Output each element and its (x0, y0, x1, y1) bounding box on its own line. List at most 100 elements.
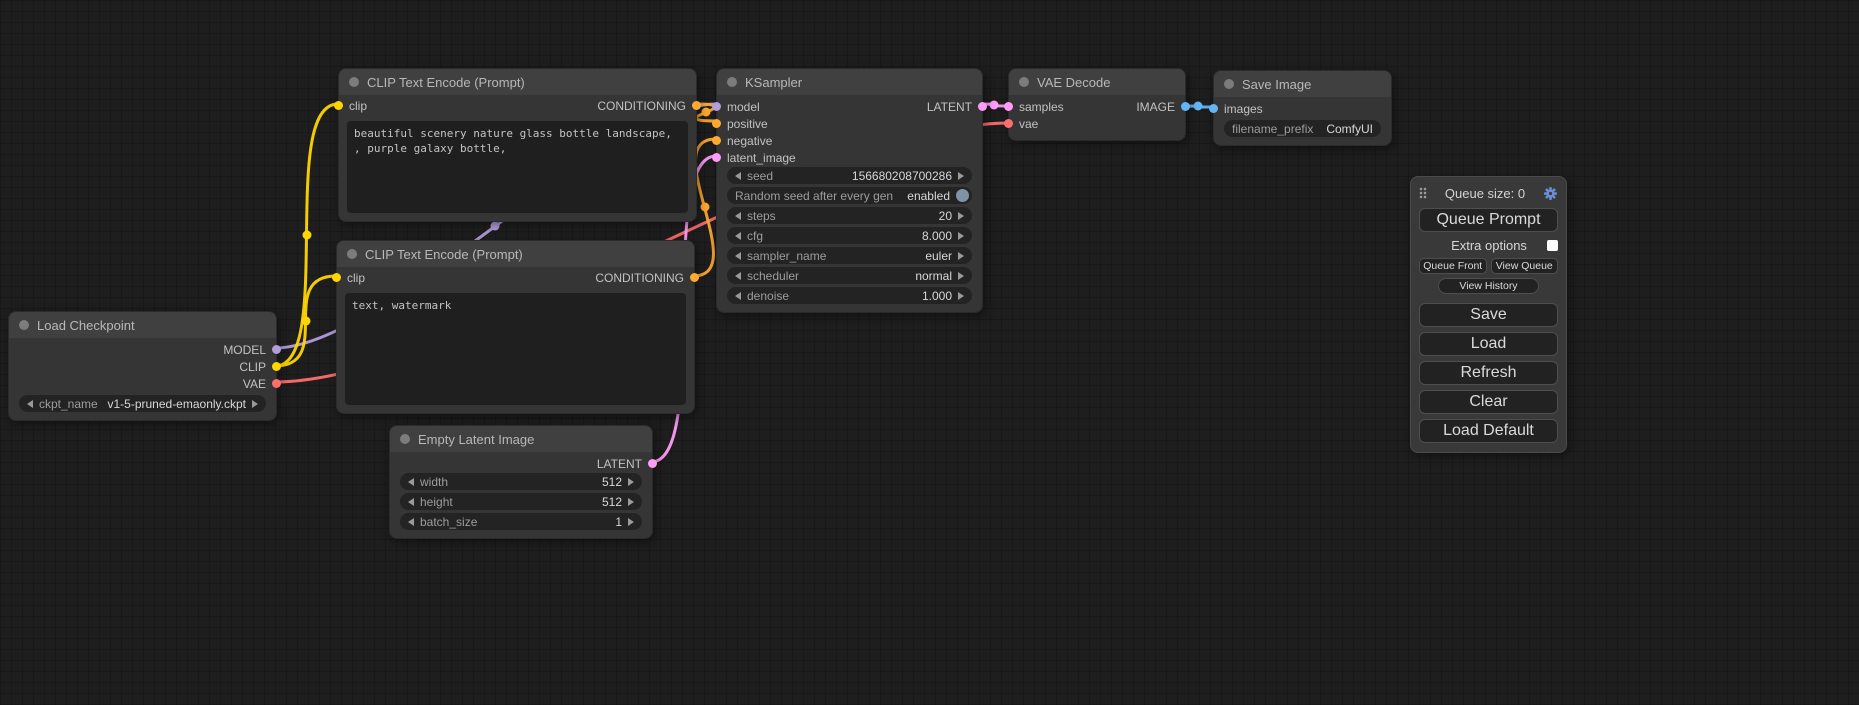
node-title-bar[interactable]: Empty Latent Image (390, 426, 652, 452)
model-input-dot[interactable] (712, 102, 721, 111)
collapse-dot-icon[interactable] (727, 77, 737, 87)
save-button[interactable]: Save (1419, 303, 1558, 327)
output-slot-conditioning[interactable]: CONDITIONING (597, 99, 686, 113)
arrow-left-icon[interactable] (408, 518, 414, 526)
queue-front-button[interactable]: Queue Front (1419, 258, 1487, 274)
toggle-knob-icon[interactable] (956, 189, 969, 202)
collapse-dot-icon[interactable] (1019, 77, 1029, 87)
output-slot-model[interactable]: MODEL (223, 343, 266, 357)
output-slot-latent[interactable]: LATENT (927, 100, 972, 114)
node-ksampler[interactable]: KSampler model LATENT positive (716, 68, 983, 313)
arrow-right-icon[interactable] (958, 232, 964, 240)
vae-output-dot[interactable] (272, 379, 281, 388)
prompt-textarea[interactable]: text, watermark (345, 293, 686, 405)
checkbox-icon[interactable] (1547, 240, 1558, 251)
queue-prompt-button[interactable]: Queue Prompt (1419, 208, 1558, 232)
latent-image-input-dot[interactable] (712, 153, 721, 162)
arrow-left-icon[interactable] (27, 400, 33, 408)
clear-button[interactable]: Clear (1419, 390, 1558, 414)
collapse-dot-icon[interactable] (347, 249, 357, 259)
clip-output-dot[interactable] (272, 362, 281, 371)
widget-filename-prefix[interactable]: filename_prefix ComfyUI (1224, 120, 1381, 137)
arrow-right-icon[interactable] (628, 518, 634, 526)
widget-scheduler[interactable]: scheduler normal (727, 267, 972, 284)
node-title-bar[interactable]: CLIP Text Encode (Prompt) (337, 241, 694, 267)
negative-input-dot[interactable] (712, 136, 721, 145)
images-input-dot[interactable] (1209, 104, 1218, 113)
latent-output-dot[interactable] (978, 102, 987, 111)
load-default-button[interactable]: Load Default (1419, 419, 1558, 443)
image-output-dot[interactable] (1181, 102, 1190, 111)
widget-cfg[interactable]: cfg 8.000 (727, 227, 972, 244)
widget-steps[interactable]: steps 20 (727, 207, 972, 224)
collapse-dot-icon[interactable] (400, 434, 410, 444)
widget-sampler-name[interactable]: sampler_name euler (727, 247, 972, 264)
output-slot-image[interactable]: IMAGE (1136, 100, 1175, 114)
vae-input-dot[interactable] (1004, 119, 1013, 128)
output-slot-latent[interactable]: LATENT (597, 457, 642, 471)
clip-input-dot[interactable] (334, 101, 343, 110)
arrow-right-icon[interactable] (628, 498, 634, 506)
arrow-right-icon[interactable] (958, 172, 964, 180)
arrow-left-icon[interactable] (735, 292, 741, 300)
conditioning-output-dot[interactable] (692, 101, 701, 110)
input-slot-positive[interactable]: positive (727, 117, 768, 131)
input-slot-model[interactable]: model (727, 100, 760, 114)
node-title-bar[interactable]: Save Image (1214, 71, 1391, 97)
node-graph-canvas[interactable]: Load Checkpoint MODEL CLIP VAE (0, 0, 1859, 705)
positive-input-dot[interactable] (712, 119, 721, 128)
input-slot-clip[interactable]: clip (347, 271, 365, 285)
input-slot-images[interactable]: images (1224, 102, 1263, 116)
model-output-dot[interactable] (272, 345, 281, 354)
collapse-dot-icon[interactable] (349, 77, 359, 87)
arrow-left-icon[interactable] (408, 478, 414, 486)
widget-ckpt-name[interactable]: ckpt_name v1-5-pruned-emaonly.ckpt (19, 395, 266, 412)
arrow-right-icon[interactable] (628, 478, 634, 486)
arrow-right-icon[interactable] (252, 400, 258, 408)
input-slot-latent-image[interactable]: latent_image (727, 151, 796, 165)
arrow-left-icon[interactable] (735, 232, 741, 240)
arrow-left-icon[interactable] (735, 172, 741, 180)
collapse-dot-icon[interactable] (19, 320, 29, 330)
samples-input-dot[interactable] (1004, 102, 1013, 111)
arrow-right-icon[interactable] (958, 272, 964, 280)
collapse-dot-icon[interactable] (1224, 79, 1234, 89)
widget-seed[interactable]: seed 156680208700286 (727, 167, 972, 184)
gear-icon[interactable] (1543, 186, 1558, 201)
widget-random-seed-toggle[interactable]: Random seed after every gen enabled (727, 187, 972, 204)
arrow-left-icon[interactable] (735, 272, 741, 280)
output-slot-conditioning[interactable]: CONDITIONING (595, 271, 684, 285)
output-slot-clip[interactable]: CLIP (239, 360, 266, 374)
conditioning-output-dot[interactable] (690, 273, 699, 282)
node-clip-text-encode-positive[interactable]: CLIP Text Encode (Prompt) clip CONDITION… (338, 68, 697, 222)
view-history-button[interactable]: View History (1438, 278, 1538, 294)
arrow-left-icon[interactable] (735, 212, 741, 220)
widget-batch-size[interactable]: batch_size 1 (400, 513, 642, 530)
load-button[interactable]: Load (1419, 332, 1558, 356)
widget-width[interactable]: width 512 (400, 473, 642, 490)
output-slot-vae[interactable]: VAE (243, 377, 266, 391)
refresh-button[interactable]: Refresh (1419, 361, 1558, 385)
prompt-textarea[interactable]: beautiful scenery nature glass bottle la… (347, 121, 688, 213)
node-clip-text-encode-negative[interactable]: CLIP Text Encode (Prompt) clip CONDITION… (336, 240, 695, 414)
widget-height[interactable]: height 512 (400, 493, 642, 510)
node-title-bar[interactable]: VAE Decode (1009, 69, 1185, 95)
arrow-right-icon[interactable] (958, 292, 964, 300)
drag-handle-icon[interactable] (1419, 187, 1427, 199)
queue-panel[interactable]: Queue size: 0 Queue Prompt Extra options (1410, 176, 1567, 453)
input-slot-clip[interactable]: clip (349, 99, 367, 113)
node-title-bar[interactable]: Load Checkpoint (9, 312, 276, 338)
node-vae-decode[interactable]: VAE Decode samples IMAGE vae (1008, 68, 1186, 141)
arrow-left-icon[interactable] (408, 498, 414, 506)
node-title-bar[interactable]: CLIP Text Encode (Prompt) (339, 69, 696, 95)
widget-denoise[interactable]: denoise 1.000 (727, 287, 972, 304)
node-title-bar[interactable]: KSampler (717, 69, 982, 95)
input-slot-vae[interactable]: vae (1019, 117, 1038, 131)
input-slot-samples[interactable]: samples (1019, 100, 1064, 114)
node-empty-latent-image[interactable]: Empty Latent Image LATENT width 512 heig (389, 425, 653, 539)
node-save-image[interactable]: Save Image images filename_prefix ComfyU… (1213, 70, 1392, 146)
view-queue-button[interactable]: View Queue (1491, 258, 1559, 274)
arrow-right-icon[interactable] (958, 212, 964, 220)
node-load-checkpoint[interactable]: Load Checkpoint MODEL CLIP VAE (8, 311, 277, 421)
clip-input-dot[interactable] (332, 273, 341, 282)
